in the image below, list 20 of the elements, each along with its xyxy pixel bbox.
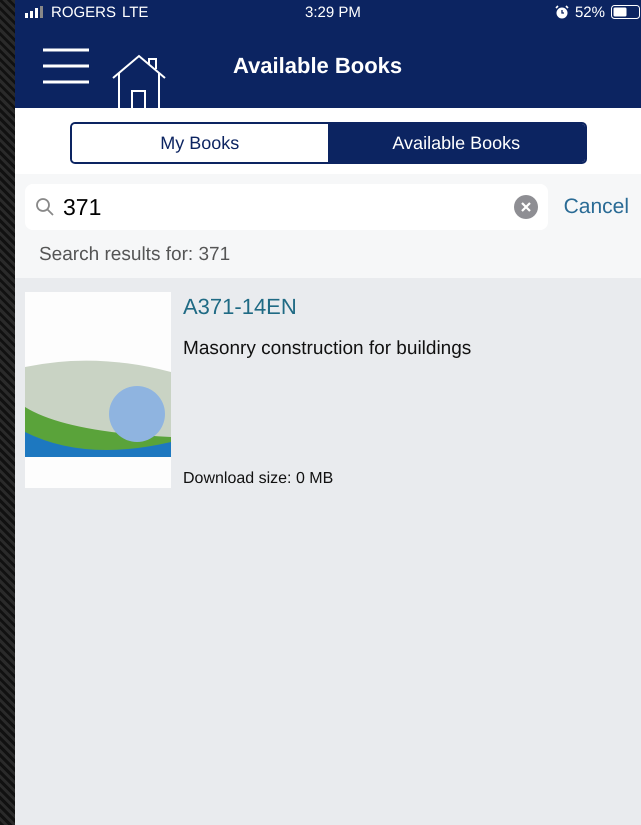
clear-icon[interactable] (514, 195, 538, 219)
network-type: LTE (122, 4, 148, 20)
status-time: 3:29 PM (305, 4, 361, 20)
segment-tab[interactable]: Available Books (328, 124, 584, 162)
home-button[interactable] (111, 54, 167, 108)
alarm-clock-icon (554, 5, 569, 19)
signal-icon (25, 6, 45, 18)
carrier-name: ROGERS (51, 4, 116, 20)
search-field[interactable]: 371 (25, 184, 548, 230)
results-label: Search results for: 371 (15, 236, 641, 278)
cancel-button[interactable]: Cancel (548, 195, 641, 219)
book-code[interactable]: A371-14EN (183, 294, 472, 320)
screen-title: Available Books (233, 53, 402, 79)
download-size: Download size: 0 MB (183, 470, 334, 488)
battery-percent: 52% (574, 4, 605, 20)
book-cover-drawing[interactable] (25, 292, 171, 488)
menu-button[interactable] (41, 46, 91, 86)
search-icon (35, 197, 55, 217)
book-title: Masonry construction for buildings (183, 338, 472, 360)
battery-icon (610, 5, 641, 19)
